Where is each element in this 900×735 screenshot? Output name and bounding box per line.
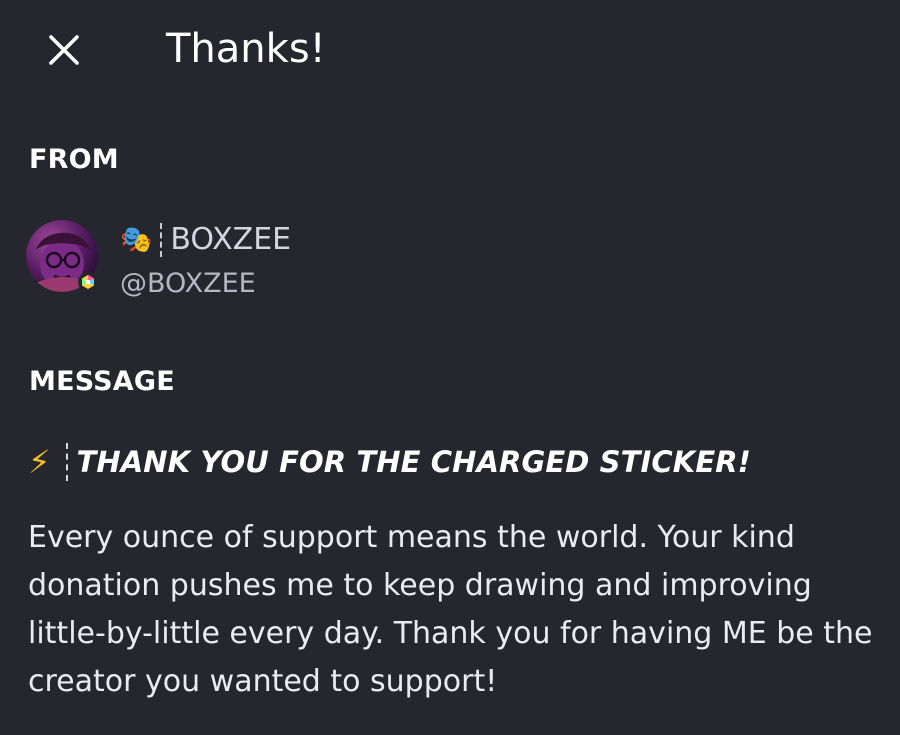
name-separator [160,223,163,257]
title-separator [66,443,69,481]
message-section-label: MESSAGE [29,366,175,397]
masks-emoji-icon: 🎭 [120,225,153,255]
close-button[interactable] [40,26,88,74]
message-body: Every ounce of support means the world. … [28,520,873,699]
user-handle: @BOXZEE [120,268,256,299]
from-section-label: FROM [29,144,119,175]
message-title-row: ⚡ THANK YOU FOR THE CHARGED STICKER! [28,440,751,484]
display-name-row: 🎭 BOXZEE [120,220,291,260]
sender-profile[interactable]: 🎭 BOXZEE @BOXZEE [26,216,626,306]
display-name: BOXZEE [170,222,292,257]
page-title: Thanks! [166,26,326,72]
nitro-badge-icon [78,272,98,292]
close-icon [49,35,79,65]
header-bar: Thanks! [0,0,900,100]
message-title: THANK YOU FOR THE CHARGED STICKER! [76,445,752,479]
lightning-bolt-icon: ⚡ [28,443,51,481]
